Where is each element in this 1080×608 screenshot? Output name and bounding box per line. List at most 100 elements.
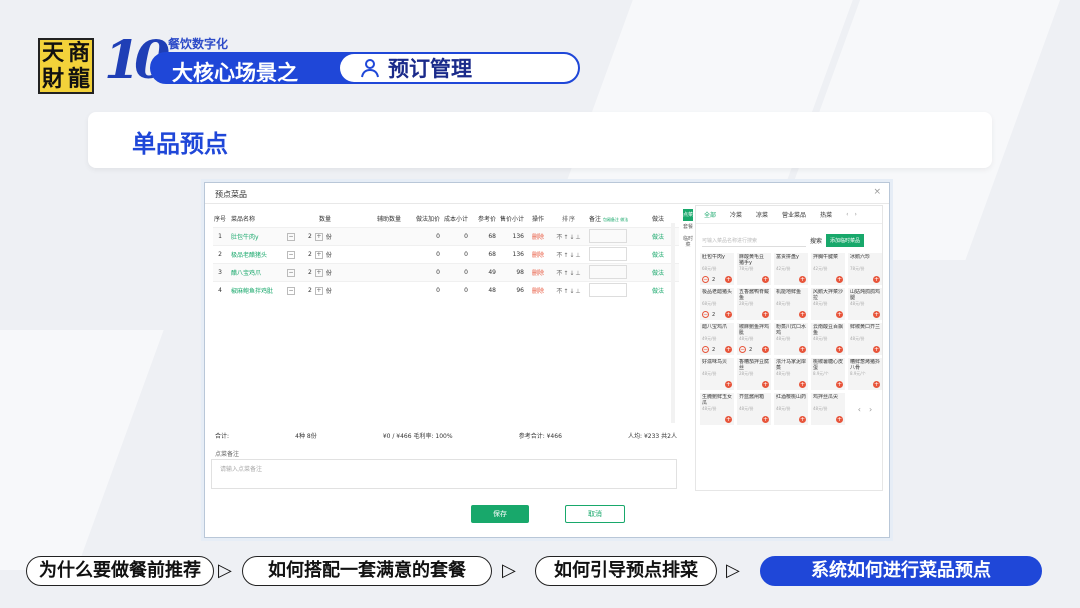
row-qty-value[interactable]: 2 xyxy=(308,287,312,294)
dish-card[interactable]: 芥蓝酱闸箱 48元/份 + xyxy=(737,393,771,425)
dish-card[interactable]: 生腌鲍鲜玉女瓜 48元/份 + xyxy=(700,393,734,425)
minus-icon[interactable]: − xyxy=(739,346,746,353)
plus-icon[interactable]: + xyxy=(799,346,806,353)
chevron-right-icon[interactable]: › xyxy=(854,211,856,218)
dish-card[interactable]: 桃椒薯糖心皮蛋 8.9元/个 + xyxy=(811,358,845,390)
add-temp-dish-button[interactable]: 添加临时菜品 xyxy=(826,234,865,247)
dish-card[interactable]: 粉蒸川式口水鸡 48元/份 + xyxy=(774,323,808,355)
dish-card[interactable]: 醋八宝鸡爪 49元/份 + −2 xyxy=(700,323,734,355)
dish-card[interactable]: 麻酸黄毛豆 猪手y 78元/份 + xyxy=(737,253,771,285)
row-delete[interactable]: 删除 xyxy=(527,250,549,259)
dish-card[interactable]: 浓汁马家泥岸蒸 48元/份 + xyxy=(774,358,808,390)
plus-icon[interactable]: + xyxy=(873,311,880,318)
row-qty-value[interactable]: 2 xyxy=(308,251,312,258)
plus-icon[interactable]: + xyxy=(314,286,323,295)
row-sort-icons[interactable]: 不↑↓⊥ xyxy=(549,232,589,241)
plus-icon[interactable]: + xyxy=(836,416,843,423)
side-tab-dishes[interactable]: 点菜 xyxy=(683,209,693,221)
close-icon[interactable]: × xyxy=(873,187,881,197)
row-sort-icons[interactable]: 不↑↓⊥ xyxy=(549,286,589,295)
dish-card[interactable]: 鸡拌丝瓜尖 48元/份 + xyxy=(811,393,845,425)
category-tab-cold[interactable]: 冷菜 xyxy=(730,210,742,219)
dish-card[interactable]: 鲜椒黄口芥兰 48元/份 + xyxy=(848,323,882,355)
dish-card[interactable]: 极品老醋猪头 68元/份 + −2 xyxy=(700,288,734,320)
row-dish-name[interactable]: 椒麻鲍鱼拌鸡肶 xyxy=(227,286,287,295)
minus-icon[interactable]: − xyxy=(287,250,295,259)
row-dish-name[interactable]: 极品老醋猪头 xyxy=(227,250,287,259)
dish-card[interactable]: 机能地鲜鱼 48元/份 + xyxy=(774,288,808,320)
plus-icon[interactable]: + xyxy=(799,276,806,283)
row-note-input[interactable] xyxy=(589,246,627,261)
category-tab-hot[interactable]: 热菜 xyxy=(820,210,832,219)
minus-icon[interactable]: − xyxy=(702,276,709,283)
plus-icon[interactable]: + xyxy=(799,381,806,388)
minus-icon[interactable]: − xyxy=(287,232,295,241)
scrollbar[interactable] xyxy=(671,223,675,423)
dish-card[interactable]: 好滋味鸟贝 48元/份 + xyxy=(700,358,734,390)
row-method[interactable]: 做法 xyxy=(645,286,671,295)
minus-icon[interactable]: − xyxy=(702,346,709,353)
dish-card[interactable]: 香糟茄拌豆腐丝 28元/份 + xyxy=(737,358,771,390)
row-sort-icons[interactable]: 不↑↓⊥ xyxy=(549,268,589,277)
plus-icon[interactable]: + xyxy=(873,346,880,353)
search-button[interactable]: 搜索 xyxy=(810,236,822,245)
plus-icon[interactable]: + xyxy=(762,346,769,353)
plus-icon[interactable]: + xyxy=(725,311,732,318)
row-delete[interactable]: 删除 xyxy=(527,286,549,295)
row-qty-value[interactable]: 2 xyxy=(308,233,312,240)
dish-card[interactable]: 山姑炖鸽鸽鸡腿 48元/份 + xyxy=(848,288,882,320)
note-tags[interactable]: 包厢备注 做法 xyxy=(603,217,628,222)
plus-icon[interactable]: + xyxy=(873,276,880,283)
row-method[interactable]: 做法 xyxy=(645,268,671,277)
side-tab-temp[interactable]: 临时菜 xyxy=(683,233,693,251)
plus-icon[interactable]: + xyxy=(725,381,732,388)
dish-card[interactable]: 糟鲜葱烤猪抖八骨 8.9元/个 + xyxy=(848,358,882,390)
row-method[interactable]: 做法 xyxy=(645,250,671,259)
plus-icon[interactable]: + xyxy=(836,381,843,388)
plus-icon[interactable]: + xyxy=(762,311,769,318)
plus-icon[interactable]: + xyxy=(314,268,323,277)
minus-icon[interactable]: − xyxy=(287,286,295,295)
plus-icon[interactable]: + xyxy=(799,311,806,318)
side-tab-sets[interactable]: 套餐 xyxy=(683,221,693,233)
minus-icon[interactable]: − xyxy=(287,268,295,277)
cancel-button[interactable]: 取消 xyxy=(565,505,625,523)
category-tab-all[interactable]: 全部 xyxy=(704,210,716,219)
dish-card[interactable]: 椒麻鲍鱼拌鸡肶 48元/份 + −2 xyxy=(737,323,771,355)
minus-icon[interactable]: − xyxy=(702,311,709,318)
plus-icon[interactable]: + xyxy=(762,276,769,283)
search-input[interactable]: 可输入菜品名称进行搜索 xyxy=(702,235,806,247)
plus-icon[interactable]: + xyxy=(836,311,843,318)
row-dish-name[interactable]: 醋八宝鸡爪 xyxy=(227,268,287,277)
plus-icon[interactable]: + xyxy=(762,416,769,423)
row-note-input[interactable] xyxy=(589,264,627,279)
plus-icon[interactable]: + xyxy=(725,276,732,283)
category-tab-business[interactable]: 营业菜品 xyxy=(782,210,806,219)
plus-icon[interactable]: + xyxy=(762,381,769,388)
nav-guide[interactable]: 如何引导预点排菜 xyxy=(535,556,717,586)
category-tab-cool[interactable]: 凉菜 xyxy=(756,210,768,219)
plus-icon[interactable]: + xyxy=(836,346,843,353)
plus-icon[interactable]: + xyxy=(873,381,880,388)
row-delete[interactable]: 删除 xyxy=(527,268,549,277)
dish-card[interactable]: 红酒樱桃山药 48元/份 + xyxy=(774,393,808,425)
save-button[interactable]: 保存 xyxy=(471,505,529,523)
nav-system-preorder[interactable]: 系统如何进行菜品预点 xyxy=(760,556,1042,586)
nav-combo[interactable]: 如何搭配一套满意的套餐 xyxy=(242,556,492,586)
dish-card[interactable]: 拌胸牛腱菜 42元/份 + xyxy=(811,253,845,285)
plus-icon[interactable]: + xyxy=(725,416,732,423)
plus-icon[interactable]: + xyxy=(314,250,323,259)
dish-card[interactable]: 冰鹅六珍 78元/份 + xyxy=(848,253,882,285)
row-method[interactable]: 做法 xyxy=(645,232,671,241)
dish-card[interactable]: 五香酱鸭脊鲅鱼 28元/份 + xyxy=(737,288,771,320)
row-dish-name[interactable]: 肚包牛肉y xyxy=(227,232,287,241)
nav-why-recommend[interactable]: 为什么要做餐前推荐 xyxy=(26,556,214,586)
plus-icon[interactable]: + xyxy=(836,276,843,283)
row-note-input[interactable] xyxy=(589,282,627,297)
plus-icon[interactable]: + xyxy=(314,232,323,241)
chevron-right-icon[interactable]: › xyxy=(869,405,872,414)
chevron-left-icon[interactable]: ‹ xyxy=(846,211,848,218)
row-qty-value[interactable]: 2 xyxy=(308,269,312,276)
plus-icon[interactable]: + xyxy=(799,416,806,423)
row-note-input[interactable] xyxy=(589,228,627,243)
